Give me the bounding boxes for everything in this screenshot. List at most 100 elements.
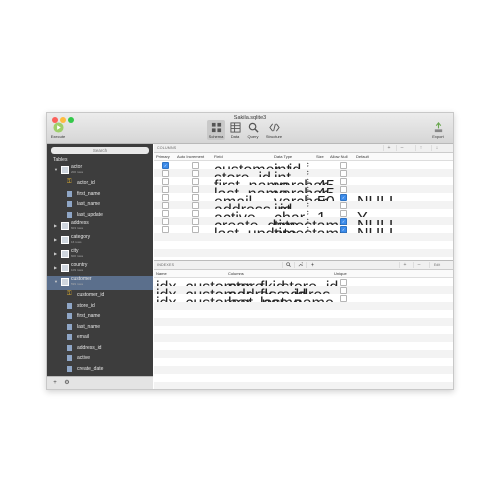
allow-null-checkbox[interactable]	[340, 202, 347, 209]
type-stepper-icon[interactable]: ▴ ▾	[307, 162, 310, 168]
edit-index-button[interactable]: Edit	[429, 262, 444, 268]
sidebar-column-last_name[interactable]: last_name	[47, 322, 153, 333]
move-up-button[interactable]: ↑	[415, 145, 426, 151]
structure-button[interactable]: Structure	[262, 122, 286, 139]
primary-checkbox[interactable]	[162, 194, 169, 201]
auto-increment-checkbox[interactable]	[192, 186, 199, 193]
sidebar-column-store_id[interactable]: store_id	[47, 301, 153, 312]
disclosure-open-icon[interactable]: ▼	[54, 279, 58, 284]
auto-increment-checkbox[interactable]	[192, 202, 199, 209]
column-row[interactable]	[154, 249, 453, 257]
column-row[interactable]: ✓customer_idint▴▾	[154, 161, 453, 179]
sidebar-column-last_name[interactable]: last_name	[47, 199, 153, 210]
sidebar-column-address_id[interactable]: address_id	[47, 343, 153, 354]
data-button[interactable]: Data	[226, 122, 244, 139]
primary-checkbox[interactable]: ✓	[162, 162, 169, 169]
allow-null-checkbox[interactable]	[340, 170, 347, 177]
sidebar-column-actor_id[interactable]: ⚿ actor_id	[47, 178, 153, 189]
allow-null-checkbox[interactable]: ✓	[340, 218, 347, 225]
index-row[interactable]: idx_customer_fk_store_idstore_id	[154, 278, 453, 296]
column-row[interactable]: last_namevarchar▴▾45	[154, 185, 453, 203]
primary-checkbox[interactable]	[162, 170, 169, 177]
move-down-button[interactable]: ↓	[431, 145, 442, 151]
sidebar-table-address[interactable]: ▶ address 603 rows	[47, 220, 153, 234]
unique-checkbox[interactable]	[340, 287, 347, 294]
index-row[interactable]	[154, 374, 453, 382]
auto-increment-checkbox[interactable]	[192, 194, 199, 201]
sidebar-column-last_update[interactable]: last_update	[47, 210, 153, 221]
allow-null-checkbox[interactable]: ✓	[340, 194, 347, 201]
auto-increment-checkbox[interactable]	[192, 170, 199, 177]
allow-null-checkbox[interactable]: ✓	[340, 226, 347, 233]
index-row[interactable]	[154, 310, 453, 318]
column-row[interactable]: store_idint▴▾	[154, 169, 453, 187]
primary-checkbox[interactable]	[162, 186, 169, 193]
search-index-button[interactable]	[282, 262, 293, 268]
index-row[interactable]: idx_customer_last_namelast_name	[154, 294, 453, 312]
unique-checkbox[interactable]	[340, 279, 347, 286]
query-button[interactable]: Query	[244, 122, 262, 139]
sidebar-table-country[interactable]: ▶ country 109 rows	[47, 262, 153, 276]
index-row[interactable]	[154, 326, 453, 334]
index-row[interactable]	[154, 366, 453, 374]
type-stepper-icon[interactable]: ▴ ▾	[307, 178, 310, 184]
sidebar-column-first_name[interactable]: first_name	[47, 189, 153, 200]
lightning-icon[interactable]	[306, 262, 317, 268]
column-row[interactable]	[154, 241, 453, 249]
column-row[interactable]	[154, 233, 453, 241]
column-row[interactable]: last_updatetimestamp▴▾✓NULL	[154, 225, 453, 243]
remove-index-button[interactable]: –	[413, 262, 424, 268]
column-row[interactable]: emailvarchar▴▾50✓NULL	[154, 193, 453, 211]
add-table-button[interactable]: +	[51, 379, 59, 387]
type-stepper-icon[interactable]: ▴ ▾	[307, 194, 310, 200]
primary-checkbox[interactable]	[162, 226, 169, 233]
auto-increment-checkbox[interactable]	[192, 162, 199, 169]
column-row[interactable]: create_datetimestamp▴▾✓NULL	[154, 217, 453, 235]
sidebar-table-actor[interactable]: ▼ actor 200 rows	[47, 164, 153, 178]
sidebar-table-category[interactable]: ▶ category 16 rows	[47, 234, 153, 248]
unique-checkbox[interactable]	[340, 295, 347, 302]
execute-button[interactable]: Execute	[49, 122, 67, 139]
disclosure-closed-icon[interactable]: ▶	[54, 237, 57, 242]
auto-increment-checkbox[interactable]	[192, 226, 199, 233]
type-stepper-icon[interactable]: ▴ ▾	[307, 170, 310, 176]
index-row[interactable]	[154, 302, 453, 310]
index-row[interactable]	[154, 350, 453, 358]
schema-button[interactable]: Schema	[207, 120, 225, 140]
allow-null-checkbox[interactable]	[340, 210, 347, 217]
sidebar-column-customer_id[interactable]: ⚿ customer_id	[47, 290, 153, 301]
allow-null-checkbox[interactable]	[340, 162, 347, 169]
index-row[interactable]	[154, 334, 453, 342]
auto-increment-checkbox[interactable]	[192, 218, 199, 225]
gear-icon[interactable]: ⚙	[63, 379, 71, 387]
primary-checkbox[interactable]	[162, 210, 169, 217]
add-index-button[interactable]: +	[399, 262, 410, 268]
primary-checkbox[interactable]	[162, 178, 169, 185]
allow-null-checkbox[interactable]	[340, 178, 347, 185]
disclosure-closed-icon[interactable]: ▶	[54, 265, 57, 270]
primary-checkbox[interactable]	[162, 202, 169, 209]
allow-null-checkbox[interactable]	[340, 186, 347, 193]
disclosure-closed-icon[interactable]: ▶	[54, 223, 57, 228]
index-row[interactable]	[154, 342, 453, 350]
index-row[interactable]	[154, 318, 453, 326]
column-row[interactable]: first_namevarchar▴▾45	[154, 177, 453, 195]
type-stepper-icon[interactable]: ▴ ▾	[307, 210, 310, 216]
sidebar-table-city[interactable]: ▶ city 600 rows	[47, 248, 153, 262]
wrench-icon[interactable]	[294, 262, 305, 268]
primary-checkbox[interactable]	[162, 218, 169, 225]
column-row[interactable]: address_idint▴▾	[154, 201, 453, 219]
index-row[interactable]: idx_customer_fk_addres...address_id	[154, 286, 453, 304]
type-stepper-icon[interactable]: ▴ ▾	[307, 202, 310, 208]
sidebar-column-create_date[interactable]: create_date	[47, 364, 153, 375]
disclosure-closed-icon[interactable]: ▶	[54, 251, 57, 256]
index-row[interactable]	[154, 358, 453, 366]
sidebar-search-input[interactable]	[51, 147, 149, 154]
type-stepper-icon[interactable]: ▴ ▾	[307, 186, 310, 192]
auto-increment-checkbox[interactable]	[192, 210, 199, 217]
auto-increment-checkbox[interactable]	[192, 178, 199, 185]
type-stepper-icon[interactable]: ▴ ▾	[307, 226, 310, 232]
export-button[interactable]: Export	[429, 122, 447, 139]
index-row[interactable]	[154, 382, 453, 389]
type-stepper-icon[interactable]: ▴ ▾	[307, 218, 310, 224]
